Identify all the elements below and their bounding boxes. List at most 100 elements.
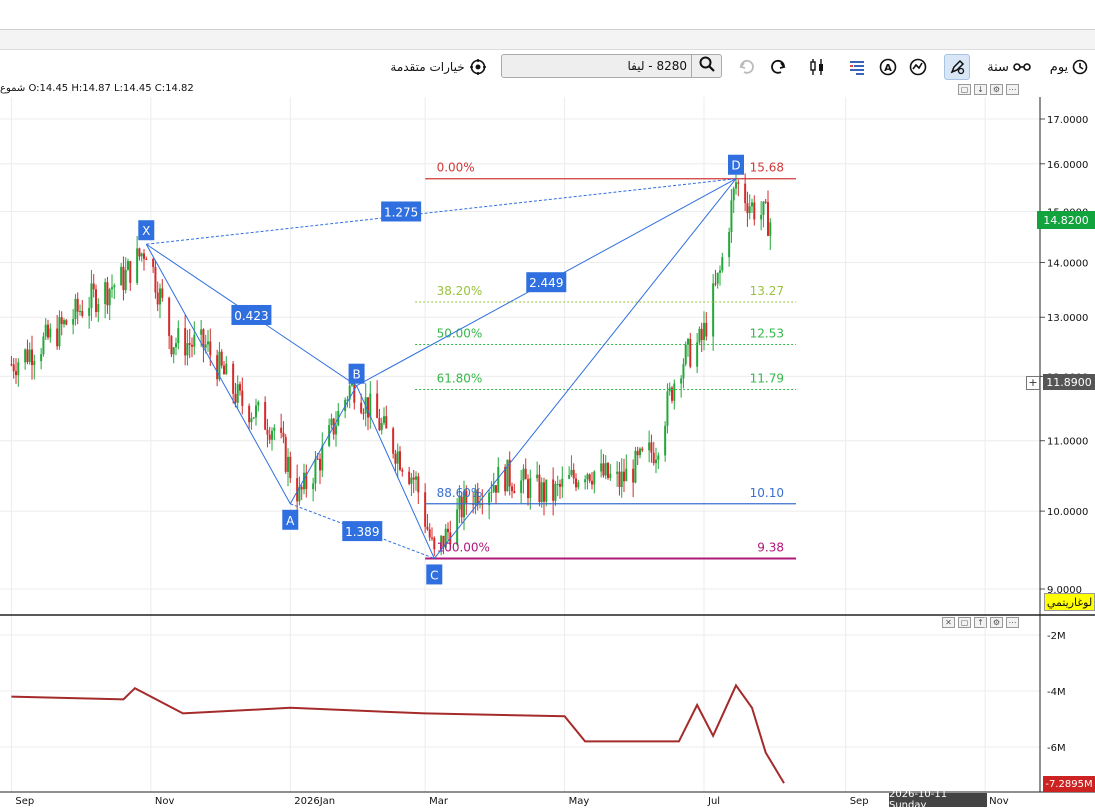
fib-pct-label: 100.00%: [437, 540, 490, 554]
candle-up: [673, 383, 676, 401]
candle-down: [524, 468, 527, 480]
candle-down: [191, 344, 193, 347]
candle-up: [545, 479, 548, 502]
candle-up: [687, 339, 689, 345]
fib-pct-label: 38.20%: [437, 284, 483, 298]
candle-up: [140, 253, 143, 257]
candle-up: [335, 425, 337, 435]
candle-down: [618, 471, 621, 487]
price-axis-label: 13.0000: [1047, 313, 1088, 324]
candle-up: [410, 477, 413, 484]
candle-down: [753, 202, 756, 220]
candle-up: [735, 182, 737, 189]
candle-down: [156, 292, 159, 305]
candle-down: [168, 297, 171, 337]
candle-down: [652, 452, 655, 464]
candle-down: [56, 328, 59, 347]
candle-down: [764, 201, 767, 203]
pattern-point-label: D: [731, 159, 740, 173]
pattern-point-label: A: [286, 514, 295, 528]
candle-up: [257, 401, 260, 406]
candle-down: [12, 364, 15, 372]
candle-down: [232, 363, 235, 394]
candle-up: [321, 445, 324, 471]
price-chart[interactable]: 0.00% 15.6838.20% 13.2750.00% 12.5361.80% 11…: [0, 0, 1095, 810]
candle-up: [506, 459, 509, 492]
candle-down: [744, 183, 747, 204]
candle-up: [74, 298, 77, 320]
fib-levels-layer: 0.00% 15.6838.20% 13.2750.00% 12.5361.80% 11…: [415, 161, 796, 560]
candle-up: [529, 478, 532, 499]
candle-up: [696, 342, 699, 367]
time-axis-label: Sep: [15, 796, 34, 807]
candle-up: [250, 418, 253, 423]
candle-down: [385, 416, 388, 429]
candle-down: [143, 253, 145, 259]
candle-down: [428, 529, 431, 538]
candle-up: [90, 283, 93, 309]
candle-up: [172, 347, 175, 355]
candle-down: [575, 478, 577, 488]
pattern-point-label: C: [430, 568, 438, 582]
candle-up: [540, 482, 543, 502]
time-axis-label: Jul: [707, 796, 720, 807]
candle-down: [650, 442, 653, 453]
log-scale-toggle[interactable]: لوغاريتمي: [1044, 593, 1095, 611]
candle-down: [527, 479, 529, 499]
candle-up: [520, 480, 523, 493]
crosshair-add-button[interactable]: +: [1026, 376, 1040, 390]
candle-down: [152, 258, 155, 268]
candle-up: [271, 430, 273, 440]
candle-up: [17, 362, 20, 376]
pattern-ratio-label: 0.423: [234, 309, 268, 323]
candle-down: [209, 341, 212, 356]
candle-up: [682, 364, 685, 379]
candle-down: [10, 364, 13, 366]
candle-up: [703, 322, 705, 341]
candle-down: [241, 390, 244, 406]
candle-up: [330, 418, 333, 426]
candle-down: [399, 451, 401, 470]
pattern-ratio-label: 1.389: [345, 525, 379, 539]
candle-up: [655, 459, 657, 464]
candle-down: [376, 393, 379, 418]
candle-up: [728, 232, 731, 258]
indicator-axis-label: -4M: [1047, 687, 1066, 698]
last-price-badge: 14.8200: [1037, 211, 1095, 229]
candle-up: [207, 341, 209, 345]
candle-up: [287, 456, 289, 472]
candle-down: [559, 483, 561, 487]
candle-down: [316, 458, 319, 460]
candle-down: [264, 401, 267, 430]
indicator-axis-label: -2M: [1047, 631, 1066, 642]
time-axis-label: May: [569, 796, 590, 807]
candle-up: [492, 485, 495, 492]
candle-down: [184, 328, 187, 356]
candle-up: [186, 343, 189, 356]
pattern-ratio-label: 1.275: [384, 205, 418, 219]
candles-layer: [10, 170, 772, 557]
candle-up: [204, 344, 207, 348]
candle-up: [490, 491, 493, 493]
candle-up: [657, 455, 660, 460]
fib-pct-label: 88.60%: [437, 486, 483, 500]
candle-down: [300, 486, 303, 490]
candle-up: [49, 328, 52, 338]
candle-up: [760, 214, 763, 220]
candle-down: [216, 355, 219, 380]
fib-price-label: 15.68: [750, 161, 784, 175]
candle-down: [106, 282, 109, 306]
candle-up: [616, 471, 619, 474]
candle-up: [113, 285, 116, 288]
chart-grid: [0, 97, 1040, 792]
candle-up: [88, 308, 91, 316]
candle-down: [591, 480, 593, 485]
candle-down: [280, 427, 283, 433]
candle-down: [401, 469, 404, 472]
candle-up: [97, 304, 100, 312]
time-axis-label: Nov: [989, 796, 1009, 807]
candle-down: [223, 365, 225, 375]
candle-down: [746, 203, 749, 214]
candle-down: [426, 526, 429, 530]
candle-down: [60, 317, 63, 325]
